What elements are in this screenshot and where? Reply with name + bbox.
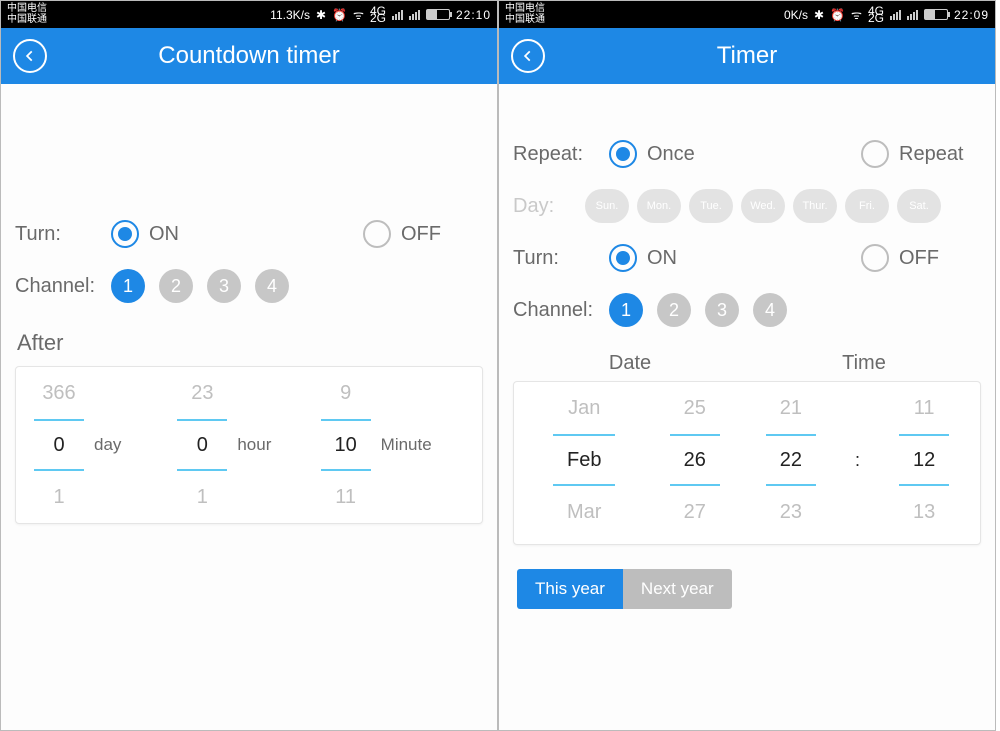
day-wed[interactable]: Wed. <box>741 189 785 223</box>
time-separator: : <box>853 450 861 471</box>
back-button[interactable] <box>511 39 545 73</box>
turn-on-radio[interactable]: ON <box>111 220 363 248</box>
channel-label: Channel: <box>15 275 111 298</box>
date-header: Date <box>513 352 747 375</box>
wifi-icon: ᯤ <box>851 6 862 23</box>
repeat-once-radio[interactable]: Once <box>609 140 861 168</box>
day-thu[interactable]: Thur. <box>793 189 837 223</box>
day-spinner[interactable]: 25 26 27 <box>670 382 720 538</box>
day-tue[interactable]: Tue. <box>689 189 733 223</box>
carrier-1: 中国电信 <box>7 4 47 14</box>
turn-label: Turn: <box>15 223 111 246</box>
channel-4[interactable]: 4 <box>255 269 289 303</box>
status-bar: 中国电信 中国联通 11.3K/s ✱ ⏰ ᯤ 4G2G 22:10 <box>1 1 497 28</box>
month-spinner[interactable]: Jan Feb Mar <box>553 382 615 538</box>
duration-picker: 366 0 1 day 23 0 1 hour 9 <box>15 366 483 524</box>
channel-row: Channel: 1 2 3 4 <box>513 288 981 332</box>
hour-spinner[interactable]: 21 22 23 <box>766 382 816 538</box>
alarm-icon: ⏰ <box>830 8 845 22</box>
minute-spinner[interactable]: 9 10 11 <box>321 367 371 523</box>
chevron-left-icon <box>521 49 535 63</box>
this-year-button[interactable]: This year <box>517 569 623 609</box>
signal-icon <box>392 10 403 20</box>
day-spinner[interactable]: 366 0 1 <box>34 367 84 523</box>
phone-countdown: 中国电信 中国联通 11.3K/s ✱ ⏰ ᯤ 4G2G 22:10 Count… <box>0 0 498 731</box>
repeat-label: Repeat: <box>513 143 609 166</box>
bluetooth-icon: ✱ <box>316 8 326 22</box>
carrier-2: 中国联通 <box>7 15 47 25</box>
turn-row: Turn: ON OFF <box>513 236 981 280</box>
year-segment: This year Next year <box>517 569 732 609</box>
channel-row: Channel: 1 2 3 4 <box>15 264 483 308</box>
wifi-icon: ᯤ <box>353 6 364 23</box>
alarm-icon: ⏰ <box>332 8 347 22</box>
page-title: Timer <box>499 42 995 70</box>
hour-unit: hour <box>237 435 271 455</box>
repeat-repeat-radio[interactable]: Repeat <box>861 140 981 168</box>
turn-off-radio[interactable]: OFF <box>363 220 483 248</box>
after-label: After <box>17 330 481 356</box>
back-button[interactable] <box>13 39 47 73</box>
day-mon[interactable]: Mon. <box>637 189 681 223</box>
turn-off-radio[interactable]: OFF <box>861 244 981 272</box>
status-clock: 22:10 <box>456 8 491 22</box>
channel-3[interactable]: 3 <box>207 269 241 303</box>
turn-label: Turn: <box>513 247 609 270</box>
carrier-2: 中国联通 <box>505 15 545 25</box>
turn-on-radio[interactable]: ON <box>609 244 861 272</box>
day-label: Day: <box>513 195 585 218</box>
channel-2[interactable]: 2 <box>657 293 691 327</box>
channel-1[interactable]: 1 <box>111 269 145 303</box>
day-unit: day <box>94 435 121 455</box>
chevron-left-icon <box>23 49 37 63</box>
status-bar: 中国电信 中国联通 0K/s ✱ ⏰ ᯤ 4G2G 22:09 <box>499 1 995 28</box>
app-header: Countdown timer <box>1 28 497 84</box>
channel-label: Channel: <box>513 299 609 322</box>
next-year-button[interactable]: Next year <box>623 569 732 609</box>
datetime-picker: Jan Feb Mar 25 26 27 21 22 23 <box>513 381 981 545</box>
status-clock: 22:09 <box>954 8 989 22</box>
signal-icon-2 <box>409 10 420 20</box>
bluetooth-icon: ✱ <box>814 8 824 22</box>
signal-icon <box>890 10 901 20</box>
hour-spinner[interactable]: 23 0 1 <box>177 367 227 523</box>
carrier-1: 中国电信 <box>505 4 545 14</box>
channel-4[interactable]: 4 <box>753 293 787 327</box>
channel-2[interactable]: 2 <box>159 269 193 303</box>
battery-icon <box>426 9 450 20</box>
day-fri[interactable]: Fri. <box>845 189 889 223</box>
signal-icon-2 <box>907 10 918 20</box>
page-title: Countdown timer <box>1 42 497 70</box>
net-speed: 11.3K/s <box>270 8 310 22</box>
datetime-headers: Date Time <box>513 340 981 381</box>
day-row: Day: Sun. Mon. Tue. Wed. Thur. Fri. Sat. <box>513 184 981 228</box>
battery-icon <box>924 9 948 20</box>
turn-row: Turn: ON OFF <box>15 212 483 256</box>
time-header: Time <box>747 352 981 375</box>
day-sun[interactable]: Sun. <box>585 189 629 223</box>
app-header: Timer <box>499 28 995 84</box>
minute-spinner[interactable]: 11 12 13 <box>899 382 949 538</box>
day-sat[interactable]: Sat. <box>897 189 941 223</box>
channel-1[interactable]: 1 <box>609 293 643 327</box>
channel-3[interactable]: 3 <box>705 293 739 327</box>
net-speed: 0K/s <box>784 8 808 22</box>
repeat-row: Repeat: Once Repeat <box>513 132 981 176</box>
minute-unit: Minute <box>381 435 432 455</box>
phone-timer: 中国电信 中国联通 0K/s ✱ ⏰ ᯤ 4G2G 22:09 Timer Re… <box>498 0 996 731</box>
